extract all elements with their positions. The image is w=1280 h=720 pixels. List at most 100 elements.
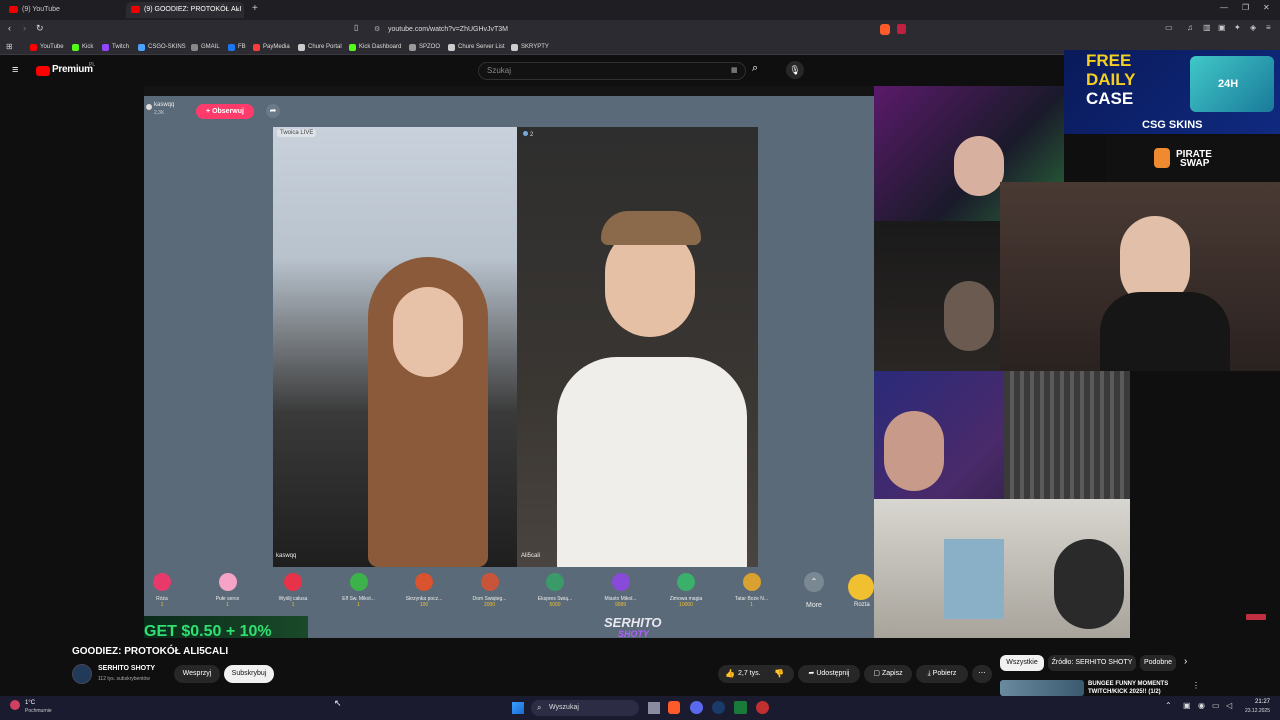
recommended-title-2[interactable]: TWITCH/KICK 2025!! (1/2) [1088, 689, 1161, 695]
close-window-icon[interactable]: ✕ [1263, 3, 1270, 12]
url-text: youtube.com/watch?v=ZhUGHvJvT3M [388, 26, 509, 33]
share-button[interactable]: ➦ Udostępnij [798, 665, 860, 683]
youtube-logo-text[interactable]: Premium [52, 64, 93, 75]
volume-icon[interactable]: ◁ [1226, 701, 1232, 710]
search-placeholder: Szukaj [487, 66, 512, 75]
chip-similar[interactable]: Podobne [1140, 655, 1176, 671]
restore-icon[interactable]: ❐ [1242, 3, 1249, 12]
video-player[interactable]: kaswqq 2,3K + Obserwuj ➦ Twoica LIVE kas… [144, 86, 874, 638]
wallet-icon[interactable]: ▣ [1218, 23, 1226, 32]
bookmark-label: PayMedia [263, 44, 290, 50]
gift-icon [611, 573, 630, 591]
share-label: Udostępnij [816, 670, 850, 677]
bookmark-kick-dashboard[interactable]: Kick Dashboard [349, 42, 401, 53]
bookmark-label: Twitch [112, 44, 130, 50]
menu-icon[interactable]: ≡ [1266, 23, 1271, 32]
weather-icon[interactable] [10, 700, 20, 710]
support-button[interactable]: Wesprzyj [174, 665, 220, 683]
clock-date[interactable]: 23.12.2025 [1240, 708, 1270, 714]
weather-temp: 1°C [25, 700, 36, 706]
save-button[interactable]: ▢ Zapisz [864, 665, 912, 683]
apps-grid-icon[interactable]: ⊞ [6, 42, 13, 51]
gift-icon [546, 573, 564, 591]
chrome-icon[interactable] [756, 701, 769, 714]
taskbar-search[interactable]: ⌕ Wyszukaj [531, 700, 639, 716]
keyboard-icon[interactable]: ▦ [731, 63, 738, 79]
chip-all[interactable]: Wszystkie [1000, 655, 1044, 671]
shield-icon[interactable]: ◈ [1250, 23, 1256, 32]
bookmark-twitch[interactable]: Twitch [102, 42, 129, 53]
watermark-bottom: SHOTY [618, 629, 650, 638]
share-arrow-icon: ➦ [266, 104, 280, 118]
brave-browser-icon[interactable] [668, 701, 680, 714]
tab-youtube[interactable]: (9) YouTube [4, 2, 122, 18]
bookmark-spzoo[interactable]: SPZOO [409, 42, 440, 53]
chip-source[interactable]: Źródło: SERHITO SHOTY [1048, 655, 1136, 671]
bookmark-chure-portal[interactable]: Chure Portal [298, 42, 342, 53]
channel-avatar[interactable] [72, 664, 92, 684]
youtube-logo-icon[interactable] [36, 66, 50, 76]
clock-time[interactable]: 21:27 [1244, 699, 1270, 705]
taskbar-search-label: Wyszukaj [549, 704, 579, 711]
spzoo-icon [409, 44, 416, 51]
gift-icon [742, 573, 761, 591]
rewards-icon[interactable] [897, 24, 906, 34]
kick-icon [349, 44, 356, 51]
bookmark-fb[interactable]: FB [228, 42, 246, 53]
forward-icon[interactable]: › [23, 23, 26, 33]
chip-next-icon[interactable]: › [1184, 656, 1187, 667]
subscribe-button[interactable]: Subskrybuj [224, 665, 274, 683]
bookmark-gmail[interactable]: GMAIL [191, 42, 220, 53]
bookmark-skrypty[interactable]: SKRYPTY [511, 42, 549, 53]
steam-icon[interactable] [712, 701, 725, 714]
gift-item: Zimowa magia 10000 [656, 569, 716, 619]
hamburger-menu-icon[interactable]: ≡ [12, 64, 18, 76]
bookmark-csgo-skins[interactable]: CSGO-SKINS [138, 42, 186, 53]
back-icon[interactable]: ‹ [8, 23, 11, 33]
download-button[interactable]: ⤓ Pobierz [916, 665, 968, 683]
brave-shield-icon[interactable] [880, 24, 890, 35]
sidebar-icon[interactable]: ▥ [1203, 23, 1211, 32]
search-input[interactable]: Szukaj ▦ [478, 62, 746, 80]
search-icon: ⌕ [537, 703, 542, 712]
tray-mic-icon[interactable]: ◉ [1198, 701, 1205, 710]
recommended-menu-icon[interactable]: ⋮ [1192, 681, 1200, 690]
recommended-title-1[interactable]: BUNGEE FUNNY MOMENTS [1088, 681, 1168, 687]
more-actions-button[interactable]: ⋯ [972, 665, 992, 683]
extensions-icon[interactable]: ✦ [1234, 23, 1241, 32]
like-count[interactable]: 2,7 tys. [738, 665, 761, 683]
bookmark-kick[interactable]: Kick [72, 42, 93, 53]
music-icon[interactable]: ♫ [1187, 23, 1193, 32]
windows-start-icon[interactable] [512, 702, 524, 714]
microphone-icon[interactable]: 🎙 [786, 61, 804, 79]
live-indicator [1246, 614, 1266, 620]
viewer-count: 2 [523, 131, 533, 138]
cast-icon[interactable]: ▭ [1165, 23, 1173, 32]
streamer-cam-5 [874, 499, 1130, 638]
site-info-icon[interactable]: ⚙ [374, 23, 380, 37]
csg-line1: FREE [1086, 51, 1132, 70]
bookmark-chure-server-list[interactable]: Chure Server List [448, 42, 505, 53]
discord-icon[interactable] [690, 701, 703, 714]
dislike-icon[interactable]: 👎 [774, 665, 784, 683]
tab-video[interactable]: (9) GOODIEZ: PROTOKÓŁ ALI × [126, 2, 244, 18]
new-tab-button[interactable]: + [252, 3, 258, 14]
bookmark-icon[interactable]: ▯ [354, 23, 358, 32]
tray-app-icon[interactable]: ▣ [1183, 701, 1191, 710]
reload-icon[interactable]: ↻ [36, 23, 44, 34]
url-field[interactable]: ⚙ youtube.com/watch?v=ZhUGHvJvT3M [370, 23, 910, 37]
task-view-icon[interactable] [648, 702, 660, 714]
woman-face-shape [393, 287, 463, 377]
tray-expand-icon[interactable]: ⌃ [1165, 701, 1172, 710]
bookmark-youtube[interactable]: YouTube [30, 42, 64, 53]
like-icon[interactable]: 👍 [725, 665, 735, 683]
search-button-icon[interactable]: ⌕ [752, 62, 758, 75]
bookmark-paymedia[interactable]: PayMedia [253, 42, 290, 53]
minimize-icon[interactable]: — [1220, 3, 1228, 12]
channel-name[interactable]: SERHITO SHOTY [98, 665, 155, 672]
close-tab-icon[interactable]: × [235, 2, 240, 18]
extra-label: Rozta [854, 602, 870, 608]
network-icon[interactable]: ▭ [1212, 701, 1220, 710]
excel-icon[interactable] [734, 701, 747, 714]
recommended-thumbnail[interactable] [1000, 680, 1084, 696]
